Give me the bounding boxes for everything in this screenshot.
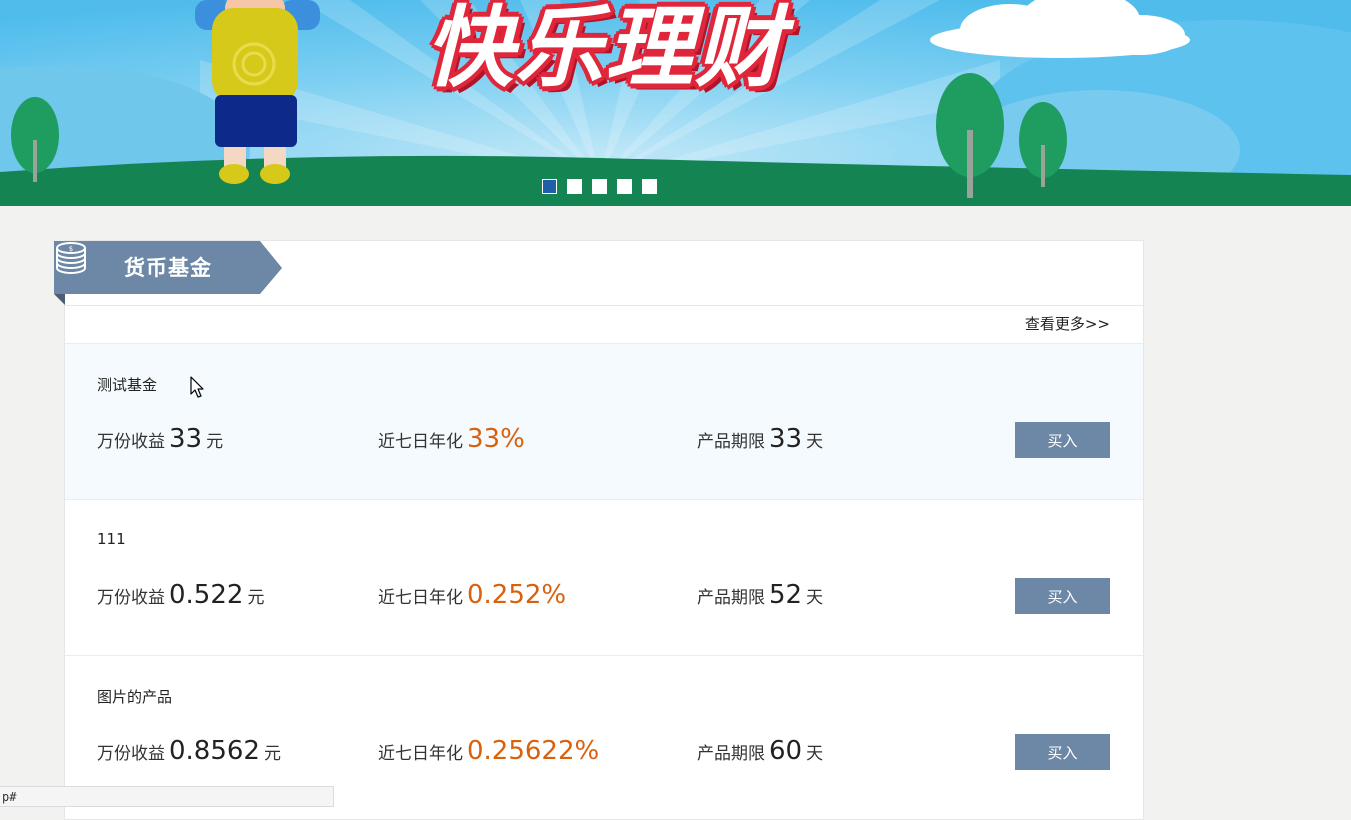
income-value: 0.522 — [169, 580, 244, 610]
fund-name[interactable]: 测试基金 — [97, 374, 157, 395]
income-label: 万份收益 — [97, 744, 165, 764]
carousel-indicators — [542, 179, 657, 196]
term-metric: 产品期限 52 天 — [697, 580, 823, 610]
income-metric: 万份收益 0.522 元 — [97, 580, 264, 610]
income-metric: 万份收益 33 元 — [97, 424, 223, 454]
browser-status-bar: p# — [0, 786, 334, 807]
section-title: 货币基金 — [124, 256, 212, 280]
yield-metric: 近七日年化 33% — [378, 424, 525, 454]
income-label: 万份收益 — [97, 588, 165, 608]
carousel-dot-3[interactable] — [592, 179, 607, 194]
income-unit: 元 — [206, 432, 224, 452]
view-more-link[interactable]: 查看更多>> — [1025, 313, 1110, 334]
carousel-dot-1[interactable] — [542, 179, 557, 194]
term-value: 33 — [769, 424, 803, 454]
income-value: 0.8562 — [169, 736, 260, 766]
mouse-pointer-icon — [190, 376, 204, 398]
yield-label: 近七日年化 — [378, 588, 463, 608]
fund-name[interactable]: 图片的产品 — [97, 686, 172, 707]
term-label: 产品期限 — [697, 744, 765, 764]
fund-name[interactable]: 111 — [97, 530, 126, 548]
yield-value: 33% — [467, 424, 525, 454]
yield-metric: 近七日年化 0.252% — [378, 580, 566, 610]
term-unit: 天 — [806, 432, 824, 452]
buy-button[interactable]: 买入 — [1015, 734, 1110, 770]
term-unit: 天 — [806, 744, 824, 764]
yield-value: 0.25622% — [467, 736, 600, 766]
banner-title: 快乐理财 — [424, 0, 785, 99]
term-value: 60 — [769, 736, 803, 766]
yield-metric: 近七日年化 0.25622% — [378, 736, 599, 766]
promo-banner[interactable]: 快乐理财 — [0, 0, 1351, 206]
section-header: $ 货币基金 — [54, 241, 282, 305]
income-value: 33 — [169, 424, 203, 454]
term-value: 52 — [769, 580, 803, 610]
money-fund-panel: $ 货币基金 查看更多>> 测试基金 万份收益 33 元 近七日年化 33% 产品期限… — [54, 240, 1144, 820]
yield-value: 0.252% — [467, 580, 567, 610]
term-metric: 产品期限 33 天 — [697, 424, 823, 454]
term-label: 产品期限 — [697, 432, 765, 452]
coins-icon: $ — [56, 242, 86, 274]
income-metric: 万份收益 0.8562 元 — [97, 736, 281, 766]
header-divider — [65, 305, 1143, 306]
yield-label: 近七日年化 — [378, 432, 463, 452]
svg-text:$: $ — [69, 245, 73, 253]
term-metric: 产品期限 60 天 — [697, 736, 823, 766]
income-label: 万份收益 — [97, 432, 165, 452]
carousel-dot-5[interactable] — [642, 179, 657, 194]
fund-list: 测试基金 万份收益 33 元 近七日年化 33% 产品期限 33 天 买入 111 万份收… — [65, 343, 1143, 811]
carousel-dot-2[interactable] — [567, 179, 582, 194]
term-unit: 天 — [806, 588, 824, 608]
income-unit: 元 — [263, 744, 281, 764]
yield-label: 近七日年化 — [378, 744, 463, 764]
income-unit: 元 — [247, 588, 265, 608]
fund-row[interactable]: 测试基金 万份收益 33 元 近七日年化 33% 产品期限 33 天 买入 — [65, 343, 1143, 499]
buy-button[interactable]: 买入 — [1015, 422, 1110, 458]
fund-row[interactable]: 111 万份收益 0.522 元 近七日年化 0.252% 产品期限 52 天 买入 — [65, 499, 1143, 655]
term-label: 产品期限 — [697, 588, 765, 608]
buy-button[interactable]: 买入 — [1015, 578, 1110, 614]
carousel-dot-4[interactable] — [617, 179, 632, 194]
